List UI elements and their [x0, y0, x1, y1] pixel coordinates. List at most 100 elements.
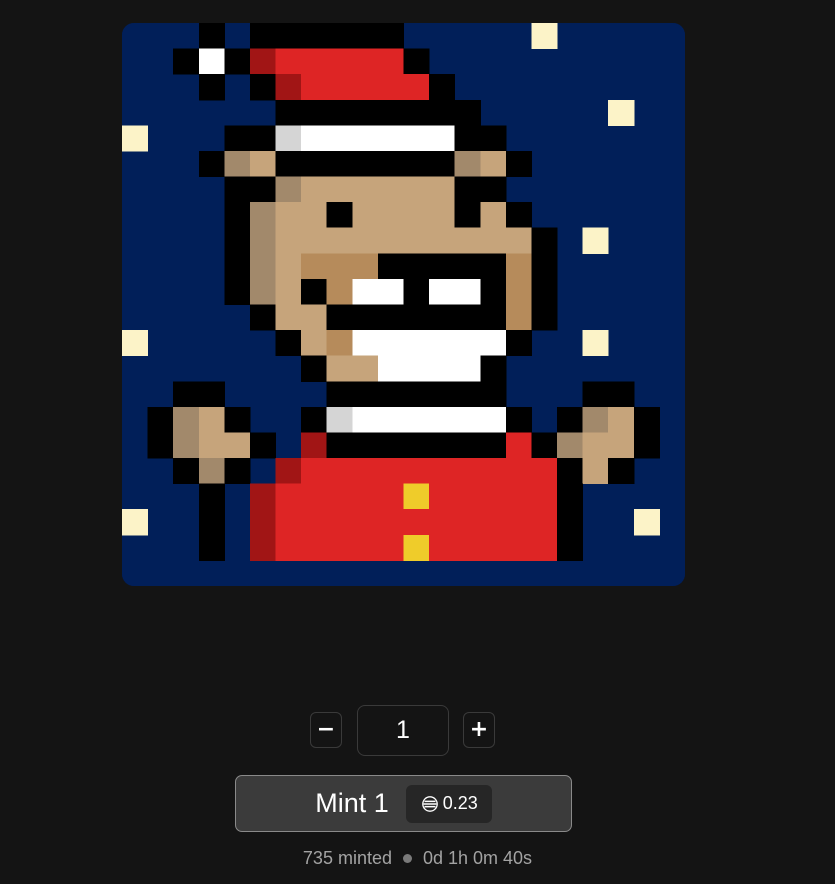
art-pixel — [377, 23, 405, 50]
art-pixel — [301, 23, 328, 50]
art-pixel — [454, 483, 481, 510]
art-pixel — [301, 227, 328, 254]
art-pixel — [326, 355, 353, 382]
art-pixel — [480, 202, 507, 229]
art-pixel — [454, 509, 481, 536]
art-pixel — [249, 253, 277, 280]
art-pixel — [147, 432, 174, 459]
snowflake-pixel — [122, 125, 149, 152]
art-pixel — [224, 278, 251, 306]
quantity-input[interactable] — [357, 705, 449, 756]
art-pixel — [454, 355, 481, 382]
art-pixel — [454, 432, 481, 459]
art-pixel — [531, 227, 558, 254]
art-pixel — [377, 432, 405, 459]
art-pixel — [301, 125, 328, 152]
art-pixel — [429, 278, 456, 306]
snowflake-pixel — [122, 330, 149, 357]
art-pixel — [352, 48, 379, 75]
art-pixel — [249, 432, 277, 459]
art-pixel — [480, 483, 507, 510]
art-pixel — [557, 534, 584, 561]
art-pixel — [173, 406, 200, 433]
art-pixel — [352, 534, 379, 561]
art-pixel — [454, 406, 481, 433]
art-pixel — [352, 458, 379, 485]
art-pixel — [480, 534, 507, 561]
art-pixel — [326, 150, 353, 178]
art-pixel — [198, 381, 225, 408]
art-pixel — [582, 458, 609, 485]
art-pixel — [429, 74, 456, 101]
art-pixel — [429, 458, 456, 485]
art-pixel — [429, 432, 456, 459]
art-pixel — [352, 125, 379, 152]
art-pixel — [454, 99, 481, 126]
art-pixel — [326, 202, 353, 229]
art-pixel — [275, 304, 302, 331]
art-pixel — [173, 458, 200, 485]
art-pixel — [429, 406, 456, 433]
art-pixel — [352, 99, 379, 126]
art-pixel — [198, 150, 225, 178]
art-pixel — [326, 458, 353, 485]
art-pixel — [403, 534, 430, 561]
art-pixel — [377, 406, 405, 433]
art-pixel — [429, 509, 456, 536]
art-pixel — [249, 483, 277, 510]
art-pixel — [480, 125, 507, 152]
pixel-bear-image — [122, 23, 685, 586]
art-pixel — [224, 458, 251, 485]
art-pixel — [531, 278, 558, 306]
art-pixel — [377, 509, 405, 536]
art-pixel — [531, 304, 558, 331]
art-pixel — [301, 278, 328, 306]
art-pixel — [352, 253, 379, 280]
art-pixel — [429, 304, 456, 331]
art-pixel — [582, 381, 609, 408]
art-pixel — [301, 253, 328, 280]
art-pixel — [301, 534, 328, 561]
art-pixel — [249, 23, 277, 50]
art-pixel — [480, 458, 507, 485]
mint-status: 735 minted 0d 1h 0m 40s — [0, 845, 835, 871]
art-pixel — [275, 74, 302, 101]
art-pixel — [326, 125, 353, 152]
art-pixel — [275, 48, 302, 75]
art-pixel — [429, 150, 456, 178]
art-pixel — [301, 202, 328, 229]
art-pixel — [608, 406, 635, 433]
art-pixel — [403, 432, 430, 459]
art-pixel — [377, 99, 405, 126]
art-pixel — [454, 125, 481, 152]
art-pixel — [505, 432, 532, 459]
ethereum-icon — [421, 795, 438, 812]
art-pixel — [301, 509, 328, 536]
art-pixel — [224, 48, 251, 75]
art-pixel — [326, 99, 353, 126]
art-pixel — [454, 253, 481, 280]
art-pixel — [224, 432, 251, 459]
art-pixel — [198, 406, 225, 433]
art-pixel — [224, 253, 251, 280]
snowflake-pixel — [608, 99, 635, 126]
art-pixel — [377, 253, 405, 280]
art-pixel — [224, 176, 251, 203]
price-badge: 0.23 — [405, 784, 492, 823]
art-pixel — [403, 509, 430, 536]
art-pixel — [403, 125, 430, 152]
art-pixel — [326, 509, 353, 536]
art-pixel — [403, 227, 430, 254]
increment-button[interactable]: + — [463, 712, 495, 748]
art-pixel — [326, 432, 353, 459]
art-pixel — [352, 278, 379, 306]
art-pixel — [403, 278, 430, 306]
mint-button[interactable]: Mint 1 0.23 — [235, 775, 572, 832]
art-pixel — [377, 150, 405, 178]
art-pixel — [147, 406, 174, 433]
decrement-button[interactable]: − — [310, 712, 342, 748]
art-pixel — [249, 227, 277, 254]
art-pixel — [531, 458, 558, 485]
art-pixel — [326, 534, 353, 561]
art-pixel — [582, 406, 609, 433]
